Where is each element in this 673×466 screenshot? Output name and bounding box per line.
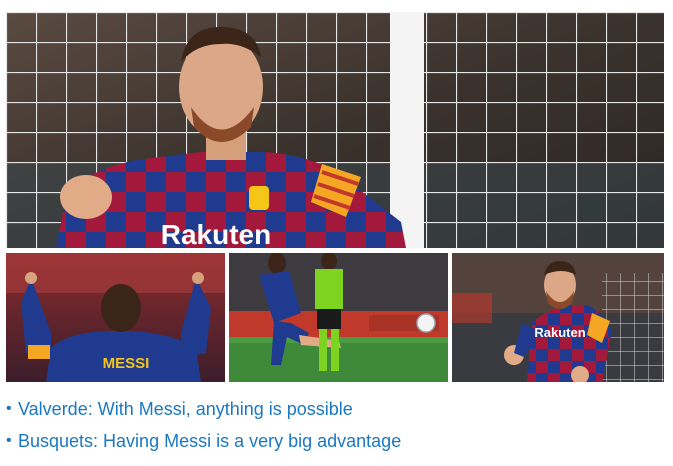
thumbnail-2-graphic <box>229 253 448 382</box>
main-photo[interactable]: Rakuten <box>6 12 664 248</box>
related-link-item: • Busquets: Having Messi is a very big a… <box>6 428 666 460</box>
thumbnail-messi-celebrating[interactable]: Rakuten <box>452 253 664 382</box>
thumbnail-messi-penalty[interactable] <box>229 253 448 382</box>
thumbnail-3-graphic: Rakuten <box>452 253 664 382</box>
related-link-busquets[interactable]: Busquets: Having Messi is a very big adv… <box>18 431 401 451</box>
main-shirt-sponsor: Rakuten <box>161 219 271 248</box>
bullet-icon: • <box>6 400 12 417</box>
main-photo-graphic: Rakuten <box>6 12 664 248</box>
related-link-valverde[interactable]: Valverde: With Messi, anything is possib… <box>18 399 353 419</box>
thumbnail-1-graphic: MESSI <box>6 253 225 382</box>
thumbnail-3-shirt-sponsor: Rakuten <box>534 325 585 340</box>
thumbnail-messi-pointing[interactable]: MESSI <box>6 253 225 382</box>
related-links-list: • Valverde: With Messi, anything is poss… <box>6 396 666 460</box>
bullet-icon: • <box>6 432 12 449</box>
thumbnail-1-shirt-name: MESSI <box>103 355 150 372</box>
related-link-item: • Valverde: With Messi, anything is poss… <box>6 396 666 428</box>
